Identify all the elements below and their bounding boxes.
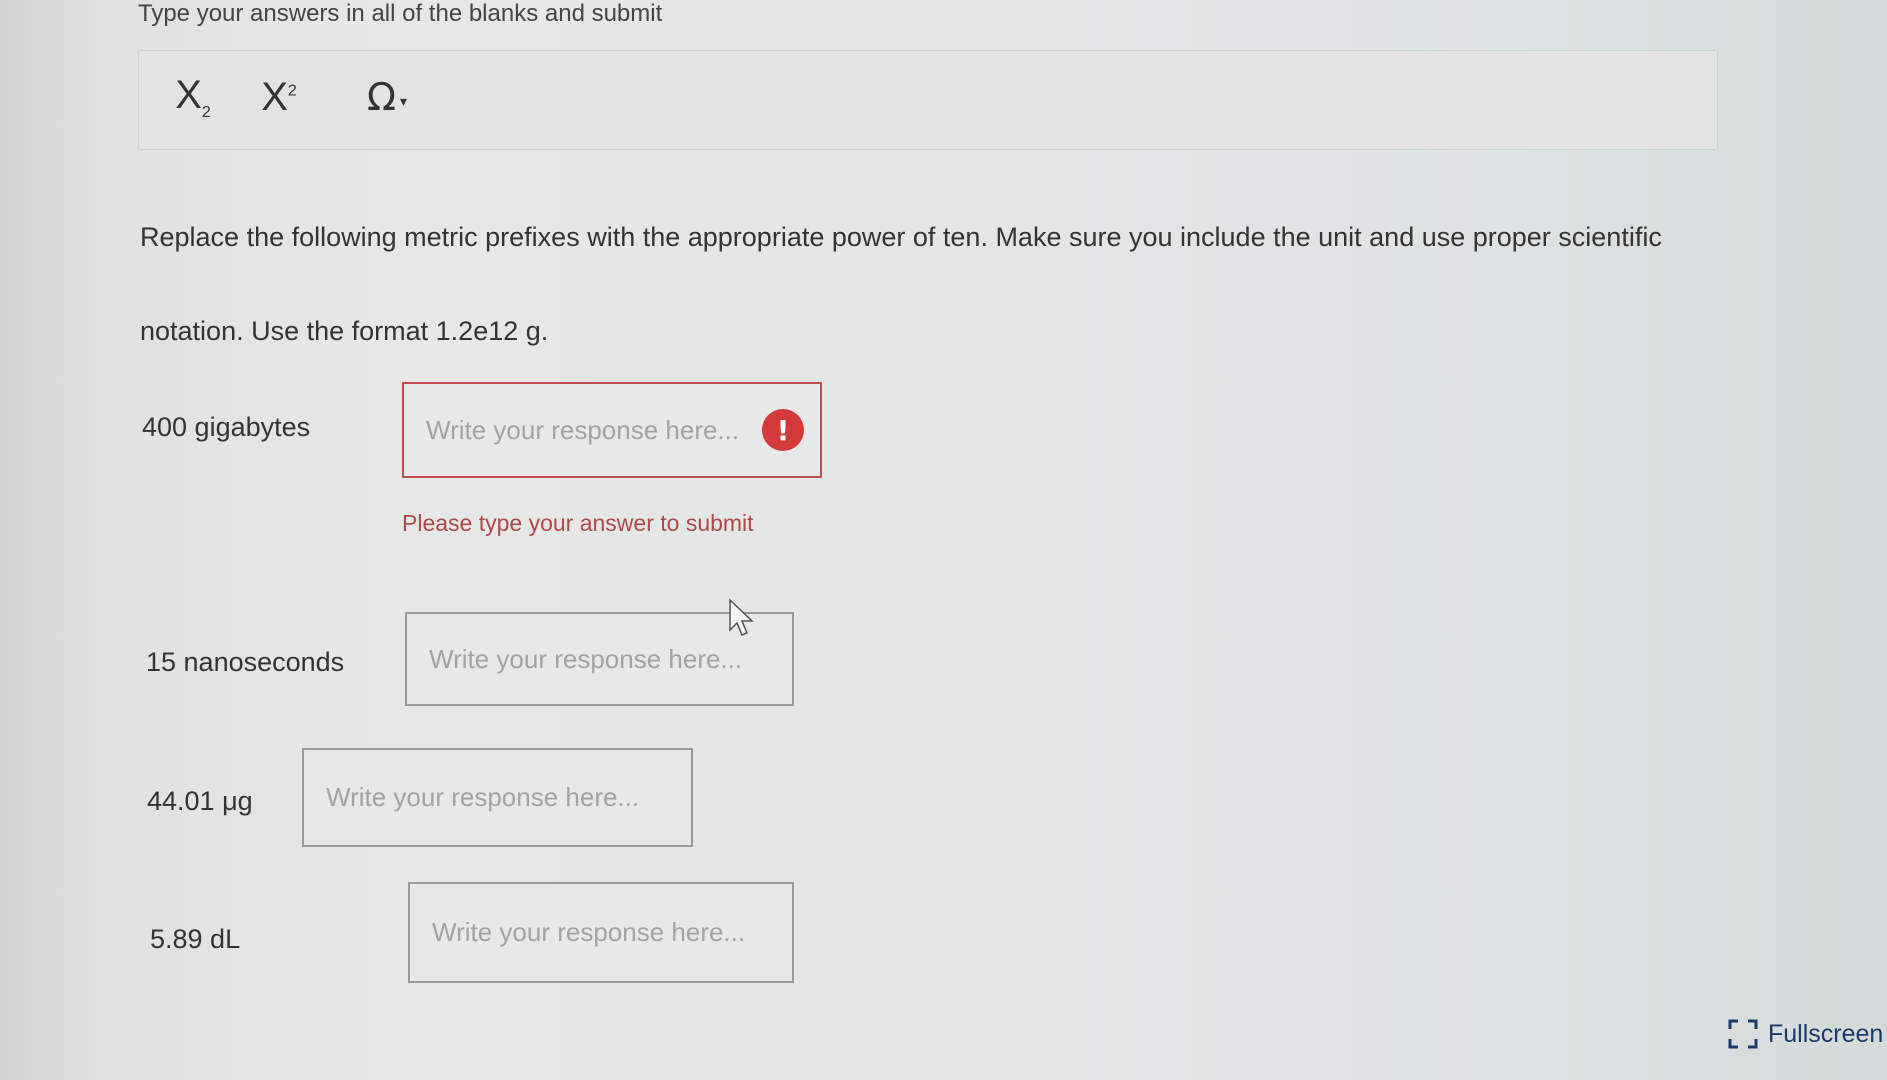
superscript-icon: X2 <box>261 74 297 119</box>
special-characters-button[interactable]: Ω ▾ <box>347 67 427 127</box>
response-input-1[interactable] <box>404 384 820 476</box>
response-input-3[interactable] <box>304 750 691 845</box>
fullscreen-icon <box>1728 1019 1758 1049</box>
omega-icon: Ω <box>366 75 396 119</box>
response-box-1: ! <box>402 382 822 478</box>
formatting-toolbar: X2 X2 Ω ▾ <box>138 50 1718 150</box>
item-label-gigabytes: 400 gigabytes <box>142 412 311 442</box>
instruction-text: Type your answers in all of the blanks a… <box>138 0 663 27</box>
response-box-4 <box>408 882 794 983</box>
subscript-icon: X2 <box>175 72 211 121</box>
error-message: Please type your answer to submit <box>402 510 754 536</box>
item-label-micrograms: 44.01 μg <box>147 786 253 816</box>
mouse-cursor-icon <box>729 598 754 636</box>
fullscreen-label: Fullscreen <box>1768 1019 1884 1048</box>
item-label-deciliters: 5.89 dL <box>150 924 241 954</box>
chevron-down-icon: ▾ <box>400 94 408 110</box>
response-input-4[interactable] <box>410 884 792 981</box>
superscript-button[interactable]: X2 <box>249 67 309 127</box>
fullscreen-button[interactable]: Fullscreen <box>1728 1012 1883 1056</box>
subscript-button[interactable]: X2 <box>163 67 223 127</box>
response-box-3 <box>302 748 693 847</box>
item-label-nanoseconds: 15 nanoseconds <box>146 647 345 677</box>
error-icon: ! <box>762 409 804 451</box>
question-text: Replace the following metric prefixes wi… <box>140 222 1662 346</box>
